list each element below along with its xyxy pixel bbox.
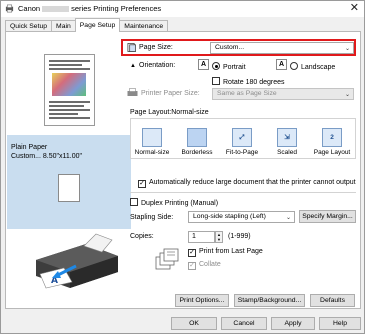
ok-button[interactable]: OK [171, 317, 217, 330]
apply-button[interactable]: Apply [271, 317, 315, 330]
help-button[interactable]: Help [319, 317, 361, 330]
collate-label: Collate [199, 261, 221, 268]
page-size-value: Custom... [215, 44, 245, 51]
layout-page-layout[interactable]: 2 Page Layout [310, 128, 354, 156]
landscape-radio[interactable]: Landscape [290, 62, 335, 71]
preview-text-line [49, 105, 84, 107]
paper-icon [58, 174, 80, 202]
print-from-last-checkbox-box[interactable]: ✓ [188, 249, 196, 257]
paper-info-panel: Plain Paper Custom... 8.50"x11.00" [7, 135, 131, 229]
page-layout-icon: 2 [322, 128, 342, 147]
chevron-down-icon: ⌄ [285, 215, 291, 221]
auto-reduce-checkbox[interactable]: ✓ Automatically reduce large document tha… [138, 179, 356, 188]
scaled-icon: ⇲ [277, 128, 297, 147]
duplex-label: Duplex Printing (Manual) [141, 200, 219, 207]
layout-borderless[interactable]: Borderless [175, 128, 219, 156]
preview-image [52, 73, 86, 96]
borderless-icon [187, 128, 207, 147]
preview-text-line [49, 109, 90, 111]
page-size-label: Page Size: [139, 44, 173, 51]
title-prefix: Canon [18, 4, 41, 13]
layout-normal-size[interactable]: Normal-size [130, 128, 174, 156]
copies-range: (1-999) [228, 233, 251, 240]
divider [130, 192, 356, 193]
cancel-button[interactable]: Cancel [221, 317, 267, 330]
landscape-icon: A [276, 59, 287, 70]
rotate-checkbox-box[interactable] [212, 77, 220, 85]
layout-label: Fit-to-Page [225, 149, 259, 156]
printer-illustration: A [36, 233, 118, 289]
copies-label: Copies: [130, 233, 154, 240]
print-from-last-checkbox[interactable]: ✓ Print from Last Page [188, 248, 263, 257]
paper-size-text: Custom... 8.50"x11.00" [11, 153, 82, 160]
printing-preferences-window: Canon series Printing Preferences ✕ Quick… [0, 0, 365, 334]
tab-page-setup[interactable]: Page Setup [74, 18, 121, 32]
preview-text-line [49, 60, 90, 62]
window-title: Canon series Printing Preferences [18, 4, 161, 13]
fit-to-page-icon: ⤢ [232, 128, 252, 147]
collate-checkbox[interactable]: ✓ Collate [188, 261, 221, 270]
page-layout-list: Normal-size Borderless ⤢ Fit-to-Page ⇲ S… [130, 118, 356, 159]
preview-text-line [49, 117, 90, 119]
specify-margin-button[interactable]: Specify Margin... [299, 210, 356, 223]
layout-label: Normal-size [134, 149, 170, 156]
paper-type-text: Plain Paper [11, 144, 48, 151]
copies-input[interactable]: 1 [188, 231, 215, 243]
portrait-icon: A [198, 59, 209, 70]
portrait-radio[interactable]: Portrait [212, 62, 246, 71]
landscape-radio-dot[interactable] [290, 62, 298, 70]
printer-paper-size-label: Printer Paper Size: [141, 90, 200, 97]
page-size-dropdown[interactable]: Custom... ⌄ [210, 42, 354, 54]
copies-stepper[interactable]: ▲ ▼ [215, 231, 223, 243]
redacted-model-name [42, 6, 70, 12]
portrait-radio-dot[interactable] [212, 62, 220, 70]
page-preview [44, 54, 95, 126]
page-layout-label: Page Layout:Normal-size [130, 109, 209, 116]
auto-reduce-label: Automatically reduce large document that… [149, 179, 356, 186]
print-options-button[interactable]: Print Options... [175, 294, 229, 307]
preview-text-line [49, 101, 90, 103]
stapling-side-label: Stapling Side: [130, 214, 174, 221]
printer-app-icon [5, 4, 14, 13]
auto-reduce-checkbox-box[interactable]: ✓ [138, 180, 146, 188]
collate-checkbox-box[interactable]: ✓ [188, 262, 196, 270]
layout-label: Scaled [277, 149, 297, 156]
rotate-label: Rotate 180 degrees [223, 79, 285, 86]
page-size-icon [127, 43, 136, 52]
normal-size-icon [142, 128, 162, 147]
chevron-down-icon: ⌄ [344, 46, 350, 52]
printer-paper-size-dropdown[interactable]: Same as Page Size ⌄ [212, 88, 354, 100]
printer-paper-size-value: Same as Page Size [217, 90, 277, 97]
orientation-label: Orientation: [139, 62, 176, 69]
preview-text-line [49, 113, 78, 115]
layout-scaled[interactable]: ⇲ Scaled [265, 128, 309, 156]
preview-text-line [49, 64, 82, 66]
layout-label: Page Layout [313, 149, 351, 156]
stapling-side-value: Long-side stapling (Left) [193, 213, 266, 220]
chevron-down-icon: ⌄ [344, 92, 350, 98]
copies-stack-icon [155, 248, 179, 270]
print-from-last-label: Print from Last Page [199, 248, 263, 255]
landscape-label: Landscape [301, 64, 336, 71]
portrait-label: Portrait [223, 64, 246, 71]
rotate-180-checkbox[interactable]: Rotate 180 degrees [212, 77, 285, 86]
page-setup-panel: Plain Paper Custom... 8.50"x11.00" A Pag… [5, 31, 361, 309]
duplex-checkbox-box[interactable] [130, 198, 138, 206]
layout-fit-to-page[interactable]: ⤢ Fit-to-Page [220, 128, 264, 156]
layout-label: Borderless [181, 149, 213, 156]
defaults-button[interactable]: Defaults [310, 294, 355, 307]
stapling-side-dropdown[interactable]: Long-side stapling (Left) ⌄ [188, 211, 295, 223]
title-suffix: series Printing Preferences [71, 4, 162, 13]
stamp-background-button[interactable]: Stamp/Background... [234, 294, 305, 307]
bullet-icon: ▲ [130, 63, 136, 69]
title-bar: Canon series Printing Preferences ✕ [1, 1, 364, 17]
preview-text-line [49, 68, 90, 70]
printer-icon [127, 88, 138, 96]
tab-strip: Quick Setup Main Page Setup Maintenance [5, 18, 169, 32]
duplex-checkbox[interactable]: Duplex Printing (Manual) [130, 198, 218, 207]
close-icon[interactable]: ✕ [350, 2, 359, 14]
